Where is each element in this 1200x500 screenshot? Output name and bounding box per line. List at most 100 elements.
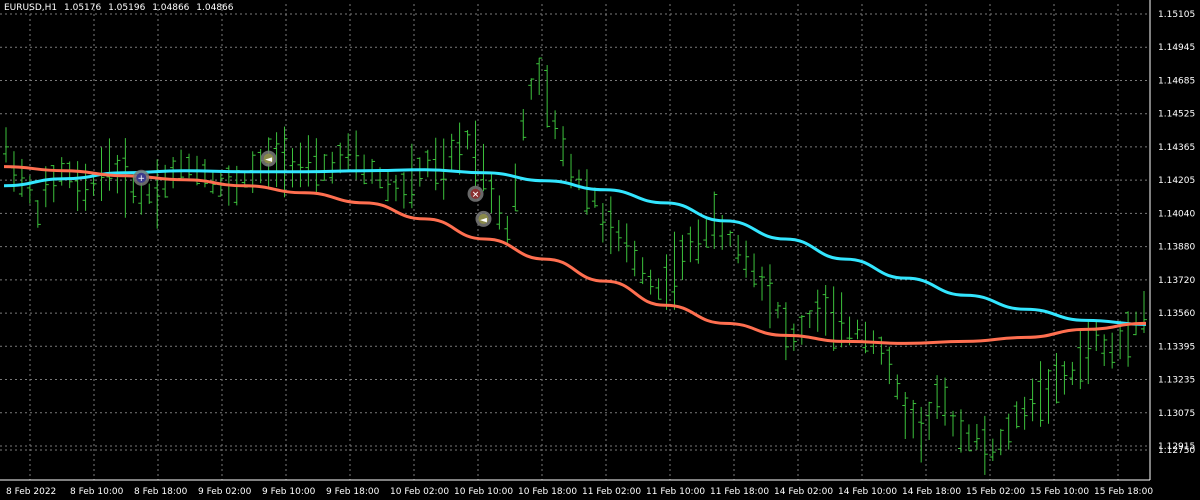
price-bar: [957, 409, 964, 453]
grid: [0, 4, 1150, 480]
price-bar: [1101, 334, 1108, 367]
price-bar: [671, 231, 678, 310]
trade-marker-entry-1[interactable]: +: [133, 169, 150, 186]
price-bar: [146, 183, 153, 204]
marker-glyph: ✕: [472, 190, 480, 200]
price-bar: [727, 230, 734, 247]
price-bar: [154, 159, 161, 229]
price-bar: [599, 203, 606, 243]
marker-glyph: +: [138, 174, 146, 184]
price-bar: [321, 154, 328, 181]
x-tick-label: 8 Feb 10:00: [70, 487, 124, 497]
price-bar: [695, 219, 702, 264]
x-tick-label: 9 Feb 18:00: [326, 487, 380, 497]
price-bar: [735, 234, 742, 264]
price-bar: [687, 226, 694, 263]
price-bar: [1069, 361, 1076, 385]
price-bar: [1077, 329, 1084, 390]
price-bar: [926, 401, 933, 440]
price-bar: [488, 173, 495, 214]
x-tick-label: 11 Feb 02:00: [582, 487, 641, 497]
price-bar: [814, 289, 821, 332]
price-bar: [981, 415, 988, 475]
x-tick-label: 8 Feb 18:00: [134, 487, 188, 497]
price-bar: [1125, 311, 1132, 367]
price-bar: [774, 301, 781, 319]
x-tick-label: 14 Feb 18:00: [902, 487, 961, 497]
symbol-label: EURUSD,H1: [4, 3, 58, 13]
price-bar: [679, 234, 686, 281]
ma-line-2: [3, 165, 1147, 345]
y-tick-label: 1.13880: [1158, 243, 1195, 253]
y-tick-label: 1.13075: [1158, 409, 1195, 419]
axes: 1.15105 1.14945 1.14685 1.14525 1.14365 1.142…: [0, 0, 1195, 497]
price-bar: [878, 336, 885, 365]
price-bar: [18, 158, 25, 197]
trade-marker-arrow-2[interactable]: ◄: [475, 210, 492, 227]
chart-window[interactable]: + ◄ ✕ ◄ 1.15105 1.14945 1.14685 1.14525 1.14365…: [0, 0, 1200, 500]
price-bar: [392, 174, 399, 202]
price-bar: [106, 138, 113, 191]
price-bar: [997, 428, 1004, 456]
price-bar: [504, 215, 511, 246]
close-value: 1.04866: [196, 3, 234, 13]
price-bar: [1061, 361, 1068, 395]
price-bar: [560, 126, 567, 167]
y-tick-label: 1.14365: [1158, 143, 1195, 153]
y-tick-label: 1.13395: [1158, 342, 1195, 352]
price-bar: [289, 148, 296, 188]
x-tick-label: 8 Feb 2022: [6, 487, 56, 497]
price-bar: [34, 200, 41, 228]
price-bar: [623, 223, 630, 263]
price-bar: [862, 321, 869, 354]
price-bar: [1109, 332, 1116, 369]
price-bar: [942, 377, 949, 426]
chart-header: EURUSD,H1 1.05176 1.05196 1.04866 1.0486…: [4, 3, 238, 13]
high-value: 1.05196: [108, 3, 146, 13]
y-tick-label: 1.15105: [1158, 10, 1195, 20]
price-bar: [297, 142, 304, 188]
y-tick-label: 1.13235: [1158, 376, 1195, 386]
price-bar: [822, 284, 829, 336]
price-bar: [655, 278, 662, 300]
price-bar: [703, 216, 710, 248]
price-bar: [1141, 291, 1147, 333]
y-tick-label: 1.14205: [1158, 176, 1195, 186]
price-bar: [329, 151, 336, 184]
y-tick-label: 1.14685: [1158, 76, 1195, 86]
price-bar: [1045, 369, 1052, 424]
trade-marker-arrow-1[interactable]: ◄: [260, 150, 277, 167]
price-bar: [910, 399, 917, 439]
low-value: 1.04866: [152, 3, 190, 13]
price-bar: [201, 159, 208, 188]
x-tick-label: 15 Feb 10:00: [1030, 487, 1089, 497]
x-tick-label: 10 Feb 10:00: [454, 487, 513, 497]
price-bar: [313, 138, 320, 195]
price-bar: [743, 240, 750, 278]
price-bar: [759, 266, 766, 301]
price-bar: [1085, 321, 1092, 385]
x-tick-label: 11 Feb 18:00: [710, 487, 769, 497]
price-bar: [934, 375, 941, 419]
x-tick-label: 14 Feb 02:00: [774, 487, 833, 497]
x-tick-label: 9 Feb 02:00: [198, 487, 252, 497]
trade-marker-entry-2[interactable]: ✕: [467, 185, 484, 202]
price-bar: [536, 57, 543, 95]
price-bar: [42, 166, 49, 208]
y-tick-label: 1.14945: [1158, 43, 1195, 53]
x-tick-label: 15 Feb 18:00: [1094, 487, 1153, 497]
price-bar: [384, 169, 391, 202]
price-bar: [512, 163, 519, 212]
price-bar: [1013, 401, 1020, 429]
price-bar: [337, 142, 344, 174]
open-value: 1.05176: [64, 3, 102, 13]
price-bar: [400, 172, 407, 209]
price-bar: [1037, 361, 1044, 427]
price-chart[interactable]: + ◄ ✕ ◄ 1.15105 1.14945 1.14685 1.14525 1.14365…: [0, 0, 1200, 500]
price-bar: [432, 137, 439, 191]
price-bar: [544, 65, 551, 128]
price-bar: [424, 149, 431, 178]
moving-averages: [3, 165, 1147, 345]
price-bar: [838, 292, 845, 348]
price-bar: [965, 424, 972, 452]
